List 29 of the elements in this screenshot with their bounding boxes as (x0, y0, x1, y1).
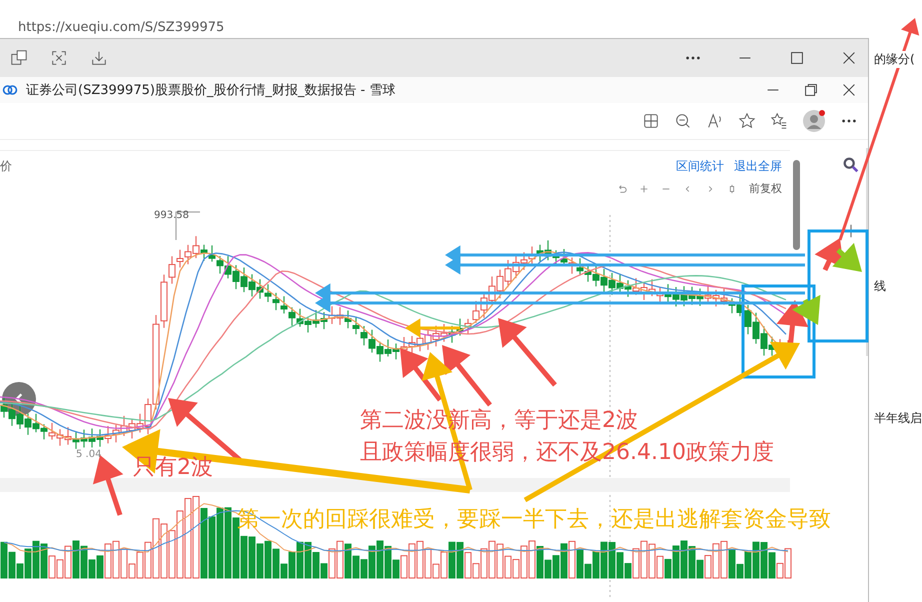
adjust-label[interactable]: 前复权 (749, 181, 782, 196)
download-icon[interactable] (90, 49, 108, 67)
arrow (832, 242, 862, 272)
page-text: 的缘分( (874, 51, 915, 68)
read-aloud-icon[interactable] (706, 112, 724, 130)
restore-icon[interactable] (802, 81, 820, 99)
star-icon[interactable] (738, 112, 756, 130)
window-title: 证券公司(SZ399975)股票股价_股价行情_财报_数据报告 - 雪球 (26, 82, 396, 99)
zoom-out-icon[interactable] (674, 112, 692, 130)
favorites-icon[interactable] (770, 112, 788, 130)
maximize-icon[interactable] (788, 49, 806, 67)
price-label: 5 .04 (76, 449, 102, 460)
panel-label: 价 (0, 158, 12, 174)
chart-link[interactable]: 区间统计 (676, 158, 724, 174)
zoom-in-icon[interactable] (639, 184, 649, 194)
page-text: 半年线启 (874, 410, 922, 427)
site-logo-icon (2, 82, 18, 98)
scrollbar[interactable] (793, 160, 800, 250)
page-text: 线 (874, 278, 886, 295)
candle-icon[interactable] (727, 184, 737, 194)
capture-icon[interactable] (50, 49, 68, 67)
address-text[interactable]: https://xueqiu.com/S/SZ399975 (18, 20, 224, 35)
search-icon[interactable] (842, 156, 860, 174)
undo-icon[interactable] (617, 184, 627, 194)
arrow (405, 318, 460, 338)
chart-link[interactable]: 退出全屏 (734, 158, 782, 174)
translate-icon[interactable] (10, 49, 28, 67)
apps-icon[interactable] (642, 112, 660, 130)
avatar-icon[interactable] (802, 109, 826, 133)
